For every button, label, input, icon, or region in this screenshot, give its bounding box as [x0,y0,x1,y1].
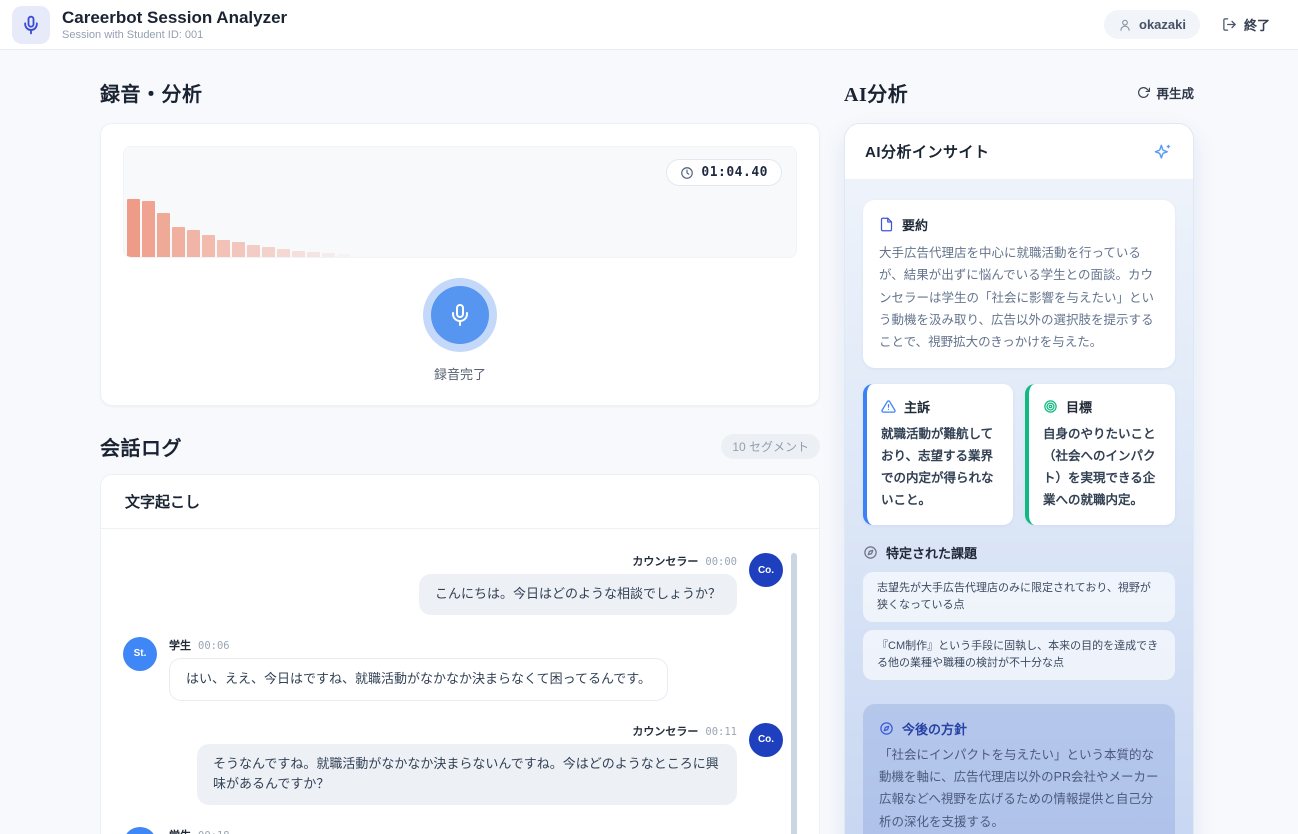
user-name: okazaki [1139,17,1186,32]
clock-icon [680,166,694,180]
policy-card: 今後の方針 「社会にインパクトを与えたい」という本質的な動機を軸に、広告代理店以… [863,703,1175,834]
message-bubble: はい、ええ、今日はですね、就職活動がなかなか決まらなくて困ってるんです。 [169,657,669,701]
summary-card: 要約 大手広告代理店を中心に就職活動を行っているが、結果が出ずに悩んでいる学生と… [863,200,1175,369]
goal-text: 自身のやりたいこと（社会へのインパクト）を実現できる企業への就職内定。 [1043,427,1156,507]
recording-timer: 01:04.40 [666,159,782,186]
logout-icon [1222,17,1237,32]
complaint-title: 主訴 [904,400,931,416]
summary-title: 要約 [902,218,929,233]
waveform-bar [187,230,200,257]
mic-icon [448,303,472,327]
sparkles-icon [1153,142,1173,162]
message-timestamp: 00:18 [198,830,230,834]
summary-text: 大手広告代理店を中心に就職活動を行っているが、結果が出ずに悩んでいる学生との面談… [879,246,1155,349]
timer-value: 01:04.40 [701,165,768,180]
transcript-title: 文字起こし [101,475,819,529]
message-bubble: こんにちは。今日はどのような相談でしょうか？ [418,574,737,615]
issue-pill: 『CM制作』という手段に固執し、本来の目的を達成できる他の業種や職種の検討が不十… [863,629,1175,680]
warning-icon [881,399,896,414]
analysis-section-title: AI分析 [844,84,909,106]
waveform-bar [172,227,185,257]
waveform-bar [322,253,335,257]
recording-card: 01:04.40 録音完了 [100,123,820,406]
waveform-bar [292,251,305,257]
counselor-avatar: Co. [749,722,783,757]
regenerate-button[interactable]: 再生成 [1137,83,1194,102]
waveform-bar [232,242,245,257]
ai-insight-card: AI分析インサイト 要約 大手広告代理店を中心に就職活動を行っているが、結果が出… [844,123,1194,834]
waveform-bar [127,199,140,257]
ai-insight-title: AI分析インサイト [865,144,990,161]
waveform-bar [307,252,320,257]
message-timestamp: 00:06 [198,639,230,652]
session-subtitle: Session with Student ID: 001 [62,29,204,42]
refresh-icon [1137,86,1151,99]
document-icon [879,217,894,232]
exit-label: 終了 [1243,18,1270,33]
issue-pill-list: 志望先が大手広告代理店のみに限定されており、視野が狭くなっている点 『CM制作』と… [863,571,1175,680]
user-icon [1118,18,1132,32]
message-timestamp: 00:00 [705,556,737,568]
complaint-text: 就職活動が難航しており、志望する業界での内定が得られないこと。 [881,427,994,507]
speaker-name: 学生 [169,639,191,652]
compass-icon [863,545,878,560]
waveform-bar [277,249,290,257]
recording-status: 録音完了 [433,367,486,382]
app-brand: Careerbot Session Analyzer Session with … [12,5,288,44]
speaker-name: カウンセラー [632,556,699,568]
policy-title: 今後の方針 [902,721,968,737]
student-avatar: St. [123,636,157,671]
waveform-bar [262,247,275,257]
transcript-scrollbar[interactable] [791,553,797,834]
waveform-bar [247,245,260,257]
mic-logo-icon [12,5,50,44]
waveform-bar [142,201,155,257]
issues-title: 特定された課題 [886,545,978,561]
policy-text: 「社会にインパクトを与えたい」という本質的な動機を軸に、広告代理店以外のPR会社… [879,747,1159,829]
message-row: Co. カウンセラー 00:11 そうなんですね。就職活動がなかなか決まらないんですね… [123,722,783,806]
target-icon [1043,399,1058,414]
complaint-card: 主訴 就職活動が難航しており、志望する業界での内定が得られないこと。 [863,384,1013,525]
app-header: Careerbot Session Analyzer Session with … [0,0,1298,50]
issues-section: 特定された課題 志望先が大手広告代理店のみに限定されており、視野が狭くなっている… [863,541,1175,688]
segment-count-badge: 10 セグメント [721,434,820,459]
goal-card: 目標 自身のやりたいこと（社会へのインパクト）を実現できる企業への就職内定。 [1025,384,1175,525]
user-badge[interactable]: okazaki [1104,10,1200,39]
transcript-panel: 文字起こし Co. カウンセラー 00:00 こんにちは。今日はどのような相談でしょう… [100,474,820,834]
message-row: St. 学生 00:06 はい、ええ、今日はですね、就職活動がなかなか決まらなくて困っ… [123,636,783,701]
waveform-display: 01:04.40 [123,146,797,258]
student-avatar: St. [123,827,157,834]
app-title: Careerbot Session Analyzer [62,7,288,27]
message-list: Co. カウンセラー 00:00 こんにちは。今日はどのような相談でしょうか？ St. 学… [101,529,819,834]
waveform-bars [127,147,350,257]
speaker-name: カウンセラー [632,725,699,738]
waveform-bar [217,240,230,257]
issue-pill: 志望先が大手広告代理店のみに限定されており、視野が狭くなっている点 [863,571,1175,622]
conversation-section-title: 会話ログ [100,438,182,460]
waveform-bar [202,235,215,257]
record-button[interactable] [431,286,489,344]
waveform-bar [157,213,170,257]
message-row: St.学生00:18えーと、はい。広告業界ですね。大手の広告代理店を中心に受けて… [123,827,783,834]
counselor-avatar: Co. [749,553,783,587]
recording-section-title: 録音・分析 [100,84,203,106]
waveform-bar [337,254,350,257]
regenerate-label: 再生成 [1156,87,1194,101]
message-row: Co. カウンセラー 00:00 こんにちは。今日はどのような相談でしょうか？ [123,553,783,615]
message-timestamp: 00:11 [705,725,737,738]
exit-button[interactable]: 終了 [1222,15,1270,34]
compass-blue-icon [879,721,894,736]
goal-title: 目標 [1066,400,1093,416]
message-bubble: そうなんですね。就職活動がなかなか決まらないんですね。今はどのようなところに興味… [197,743,737,806]
speaker-name: 学生 [169,827,191,834]
